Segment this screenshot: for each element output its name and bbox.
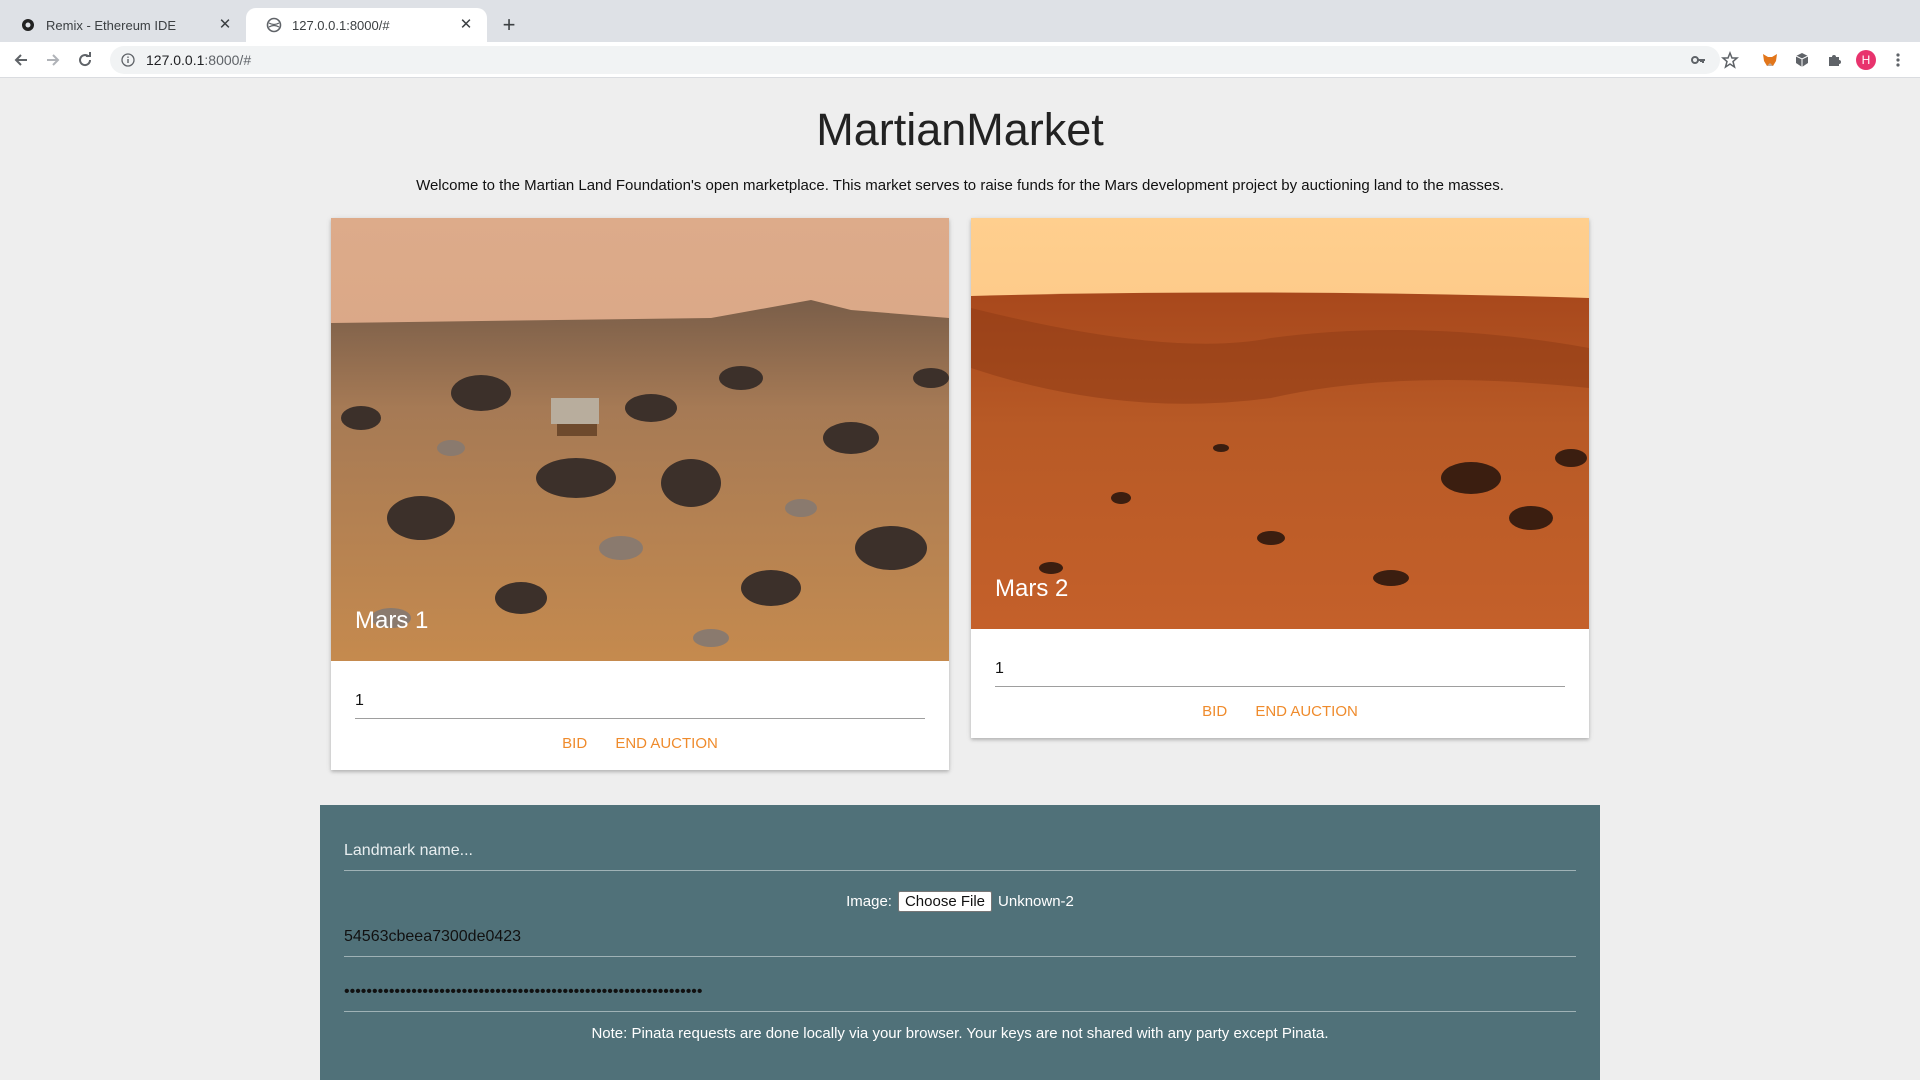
url-text: 127.0.0.1:8000/# — [146, 52, 252, 68]
card-actions: BID END AUCTION — [971, 703, 1589, 720]
browser-toolbar: 127.0.0.1:8000/# H — [0, 42, 1920, 78]
bid-button[interactable]: BID — [562, 735, 587, 752]
profile-avatar[interactable]: H — [1854, 48, 1878, 72]
choose-file-button[interactable]: Choose File — [897, 891, 993, 912]
land-card-mars-2: Mars 2 BID END AUCTION — [971, 218, 1589, 738]
close-icon[interactable]: ✕ — [216, 16, 234, 34]
end-auction-button[interactable]: END AUCTION — [615, 735, 718, 752]
intro-text: Welcome to the Martian Land Foundation's… — [416, 177, 1504, 194]
mars-1-image: Mars 1 — [331, 218, 949, 661]
card-title: Mars 2 — [995, 575, 1069, 602]
new-tab-icon[interactable]: + — [496, 13, 522, 39]
card-title: Mars 1 — [355, 607, 429, 634]
end-auction-button[interactable]: END AUCTION — [1255, 703, 1358, 720]
address-bar[interactable]: 127.0.0.1:8000/# — [110, 46, 1720, 74]
metamask-fox-icon[interactable] — [1758, 48, 1782, 72]
mars-2-image: Mars 2 — [971, 218, 1589, 629]
browser-tab-bar: Remix - Ethereum IDE ✕ 127.0.0.1:8000/# … — [0, 0, 1920, 42]
card-actions: BID END AUCTION — [331, 735, 949, 752]
pinata-api-key-input[interactable] — [344, 917, 1576, 957]
page-title: MartianMarket — [816, 104, 1104, 155]
back-icon[interactable] — [9, 48, 33, 72]
cube-extension-icon[interactable] — [1790, 48, 1814, 72]
new-landmark-panel: Image: Choose File Unknown-2 Note: Pinat… — [320, 805, 1600, 1080]
tab-localhost[interactable]: 127.0.0.1:8000/# ✕ — [246, 8, 487, 42]
reload-icon[interactable] — [73, 48, 97, 72]
forward-icon[interactable] — [41, 48, 65, 72]
landmark-name-input[interactable] — [344, 831, 1576, 871]
tab-title: 127.0.0.1:8000/# — [292, 17, 390, 33]
menu-dots-icon[interactable] — [1886, 48, 1910, 72]
puzzle-extensions-icon[interactable] — [1822, 48, 1846, 72]
key-icon[interactable] — [1686, 48, 1710, 72]
bid-amount-input[interactable] — [355, 683, 925, 719]
tab-remix[interactable]: Remix - Ethereum IDE ✕ — [0, 8, 246, 42]
globe-icon — [266, 17, 282, 33]
pinata-secret-input[interactable] — [344, 972, 1576, 1012]
close-icon[interactable]: ✕ — [457, 16, 475, 34]
bid-button[interactable]: BID — [1202, 703, 1227, 720]
land-card-mars-1: Mars 1 BID END AUCTION — [331, 218, 949, 770]
tab-title: Remix - Ethereum IDE — [46, 17, 177, 33]
selected-file-name: Unknown-2 — [998, 893, 1074, 910]
remix-icon — [20, 17, 36, 33]
info-icon[interactable] — [120, 52, 136, 68]
bid-amount-input[interactable] — [995, 651, 1565, 687]
pinata-note: Note: Pinata requests are done locally v… — [591, 1025, 1329, 1042]
image-upload-row: Image: Choose File Unknown-2 — [320, 891, 1600, 912]
image-label: Image: — [846, 893, 892, 910]
star-icon[interactable] — [1718, 48, 1742, 72]
